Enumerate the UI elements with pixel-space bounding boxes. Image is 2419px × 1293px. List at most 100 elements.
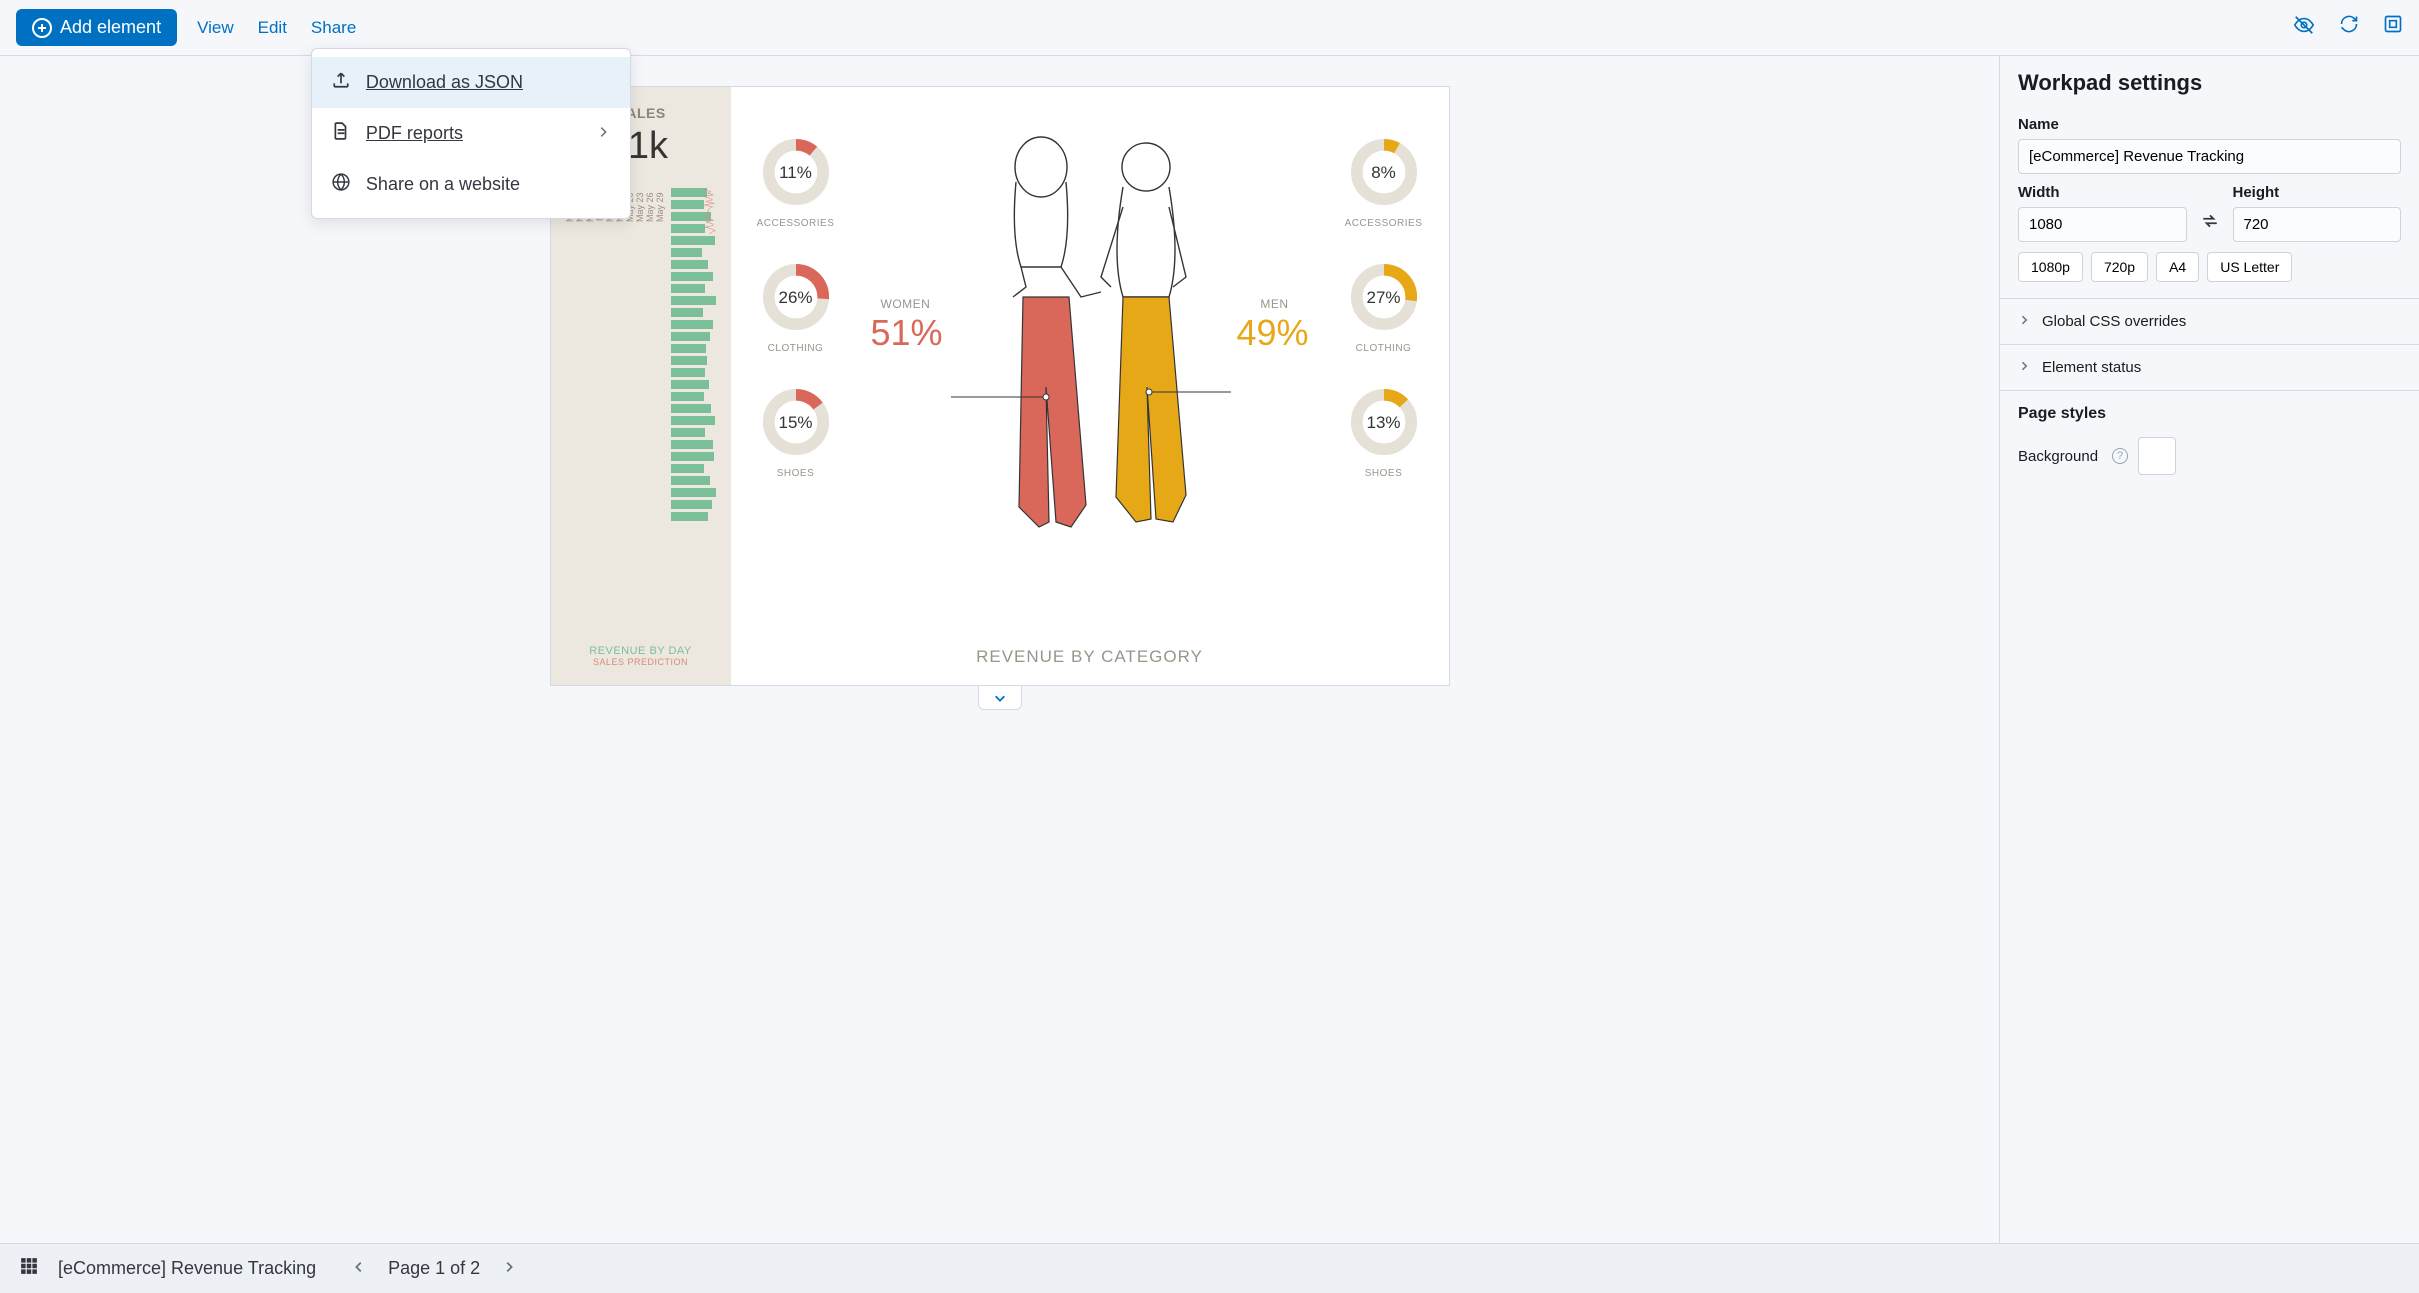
topbar-actions <box>2293 14 2403 42</box>
share-on-website-label: Share on a website <box>366 174 520 195</box>
men-percent: 49% <box>1236 312 1308 354</box>
add-element-button[interactable]: Add element <box>16 9 177 46</box>
fullscreen-icon[interactable] <box>2383 14 2403 42</box>
men-shoes-donut: 13% SHOES <box>1329 387 1439 479</box>
menu-share[interactable]: Share Download as JSON PDF reports <box>311 18 356 38</box>
global-css-label: Global CSS overrides <box>2042 313 2186 330</box>
women-clothing-pct: 26% <box>741 288 851 308</box>
share-pdf-reports[interactable]: PDF reports <box>312 108 630 159</box>
height-label: Height <box>2233 184 2402 201</box>
swap-dimensions-icon[interactable] <box>2197 212 2223 242</box>
preset-720p[interactable]: 720p <box>2091 252 2148 282</box>
people-illustration <box>951 127 1231 567</box>
name-input[interactable] <box>2018 139 2401 174</box>
footer-workpad-name: [eCommerce] Revenue Tracking <box>58 1258 316 1279</box>
workpad-canvas[interactable]: TOTAL SALES $351k May 02May 05May 08May … <box>550 86 1450 686</box>
women-accessories-donut: 11% ACCESSORIES <box>741 137 851 229</box>
canvas-chevron-down[interactable] <box>978 686 1022 710</box>
page-styles-title: Page styles <box>2018 405 2401 423</box>
men-clothing-label: CLOTHING <box>1329 343 1439 354</box>
eye-off-icon[interactable] <box>2293 14 2315 42</box>
men-label: MEN <box>1260 297 1288 311</box>
width-label: Width <box>2018 184 2187 201</box>
sales-prediction-title: SALES PREDICTION <box>565 657 717 667</box>
revenue-by-day-title: REVENUE BY DAY <box>565 645 717 657</box>
preset-a4[interactable]: A4 <box>2156 252 2199 282</box>
name-label: Name <box>2018 116 2401 133</box>
women-clothing-label: CLOTHING <box>741 343 851 354</box>
preset-us-letter[interactable]: US Letter <box>2207 252 2292 282</box>
share-download-json[interactable]: Download as JSON <box>312 57 630 108</box>
women-shoes-pct: 15% <box>741 413 851 433</box>
revenue-by-category-panel: 11% ACCESSORIES 26% CLOTHING 15% SHOES 8… <box>731 87 1449 685</box>
revenue-bar <box>671 200 704 209</box>
men-clothing-donut: 27% CLOTHING <box>1329 262 1439 354</box>
men-shoes-pct: 13% <box>1329 413 1439 433</box>
footer-bar: [eCommerce] Revenue Tracking Page 1 of 2 <box>0 1243 2419 1293</box>
sidebar-name-section: Name Width Height 1080p 720p A4 US Letter <box>2000 106 2419 299</box>
share-pdf-reports-label: PDF reports <box>366 123 463 144</box>
grid-icon[interactable] <box>20 1257 38 1280</box>
menu-share-label: Share <box>311 18 356 37</box>
menu-view[interactable]: View <box>197 18 234 38</box>
revenue-bar <box>671 212 711 221</box>
add-element-label: Add element <box>60 17 161 38</box>
revenue-bar <box>671 428 705 437</box>
plus-circle-icon <box>32 18 52 38</box>
revenue-bar <box>671 344 707 353</box>
share-download-json-label: Download as JSON <box>366 72 523 93</box>
revenue-bar <box>671 392 704 401</box>
men-shoes-label: SHOES <box>1329 468 1439 479</box>
revenue-bar <box>671 248 702 257</box>
revenue-bar <box>671 356 708 365</box>
pager-next[interactable] <box>498 1254 520 1283</box>
revenue-bar <box>671 224 706 233</box>
page-styles-section: Page styles Background ? <box>2000 391 2419 489</box>
menu-edit[interactable]: Edit <box>258 18 287 38</box>
top-toolbar: Add element View Edit Share Download as … <box>0 0 2419 56</box>
revenue-bar <box>671 236 715 245</box>
women-label: WOMEN <box>881 297 931 311</box>
chevron-right-icon <box>2018 313 2030 330</box>
revenue-bar <box>671 284 705 293</box>
revenue-bar <box>671 260 709 269</box>
globe-icon <box>332 173 352 196</box>
revenue-bar <box>671 500 712 509</box>
revenue-bar <box>671 308 703 317</box>
background-label: Background <box>2018 448 2098 465</box>
pager: Page 1 of 2 <box>348 1254 520 1283</box>
background-swatch[interactable] <box>2138 437 2176 475</box>
pager-prev[interactable] <box>348 1254 370 1283</box>
revenue-bar <box>671 440 713 449</box>
revenue-bar <box>671 476 711 485</box>
preset-1080p[interactable]: 1080p <box>2018 252 2083 282</box>
women-percent: 51% <box>871 312 943 354</box>
chevron-right-icon <box>596 123 610 144</box>
revenue-bar <box>671 416 715 425</box>
revenue-bar <box>671 272 713 281</box>
revenue-bar <box>671 464 704 473</box>
revenue-by-day-chart: May 02May 05May 08May 11May 14May 17May … <box>565 188 717 637</box>
menubar: View Edit Share Download as JSON PDF rep… <box>197 18 356 38</box>
share-on-website[interactable]: Share on a website <box>312 159 630 210</box>
refresh-icon[interactable] <box>2339 14 2359 42</box>
chevron-right-icon <box>2018 359 2030 376</box>
revenue-by-category-title: REVENUE BY CATEGORY <box>731 647 1449 667</box>
men-accessories-donut: 8% ACCESSORIES <box>1329 137 1439 229</box>
document-icon <box>332 122 352 145</box>
sidebar-title: Workpad settings <box>2000 56 2419 106</box>
revenue-bar <box>671 320 713 329</box>
width-input[interactable] <box>2018 207 2187 242</box>
height-input[interactable] <box>2233 207 2402 242</box>
men-accessories-pct: 8% <box>1329 163 1439 183</box>
element-status-toggle[interactable]: Element status <box>2000 345 2419 391</box>
revenue-bar <box>671 488 716 497</box>
revenue-bar <box>671 296 716 305</box>
men-accessories-label: ACCESSORIES <box>1329 218 1439 229</box>
global-css-overrides-toggle[interactable]: Global CSS overrides <box>2000 299 2419 345</box>
women-accessories-pct: 11% <box>741 163 851 183</box>
chart-bars <box>671 188 717 637</box>
revenue-bar <box>671 332 711 341</box>
women-clothing-donut: 26% CLOTHING <box>741 262 851 354</box>
help-icon[interactable]: ? <box>2112 448 2128 464</box>
